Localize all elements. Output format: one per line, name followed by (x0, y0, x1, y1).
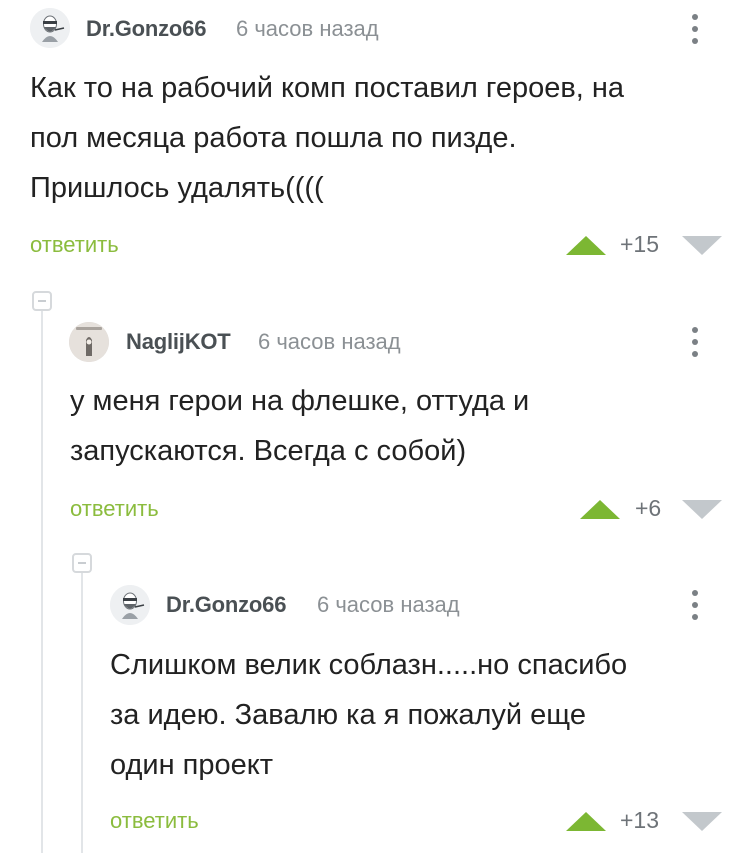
comment-text-line: Слишком велик соблазн.....но спасибо (110, 649, 628, 681)
comment-rating: +13 (620, 807, 660, 833)
comment: Dr.Gonzo66 6 часов назад Слишком велик с… (0, 0, 750, 853)
comment-text-line: один проект (110, 749, 274, 781)
author-name[interactable]: Dr.Gonzo66 (166, 592, 286, 618)
downvote-icon[interactable] (682, 812, 722, 831)
more-options-icon[interactable] (686, 588, 704, 622)
avatar[interactable] (110, 585, 150, 625)
bearded-man-avatar-icon (110, 585, 150, 625)
comment-text-line: за идею. Завалю ка я пожалуй еще (110, 699, 586, 731)
comment-timestamp: 6 часов назад (317, 592, 460, 617)
upvote-icon[interactable] (566, 812, 606, 831)
reply-button[interactable]: ответить (110, 808, 199, 834)
comment-text: Слишком велик соблазн.....но спасибо за … (110, 640, 627, 790)
